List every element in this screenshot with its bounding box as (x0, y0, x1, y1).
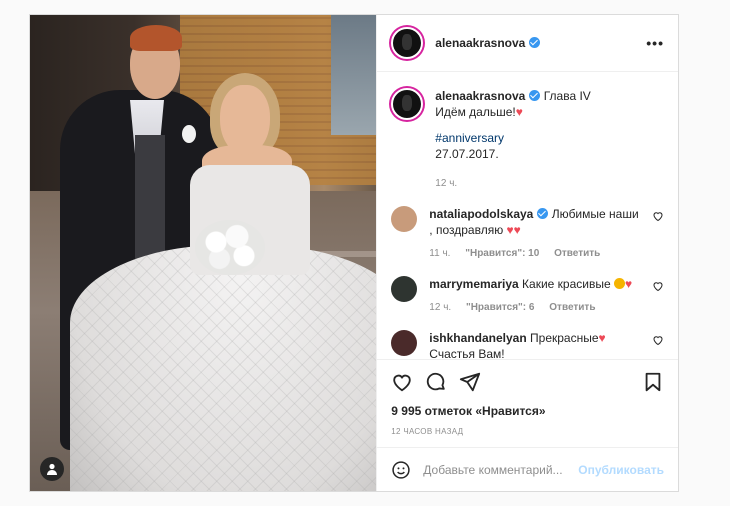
comment-likes[interactable]: "Нравится": 6 (466, 302, 535, 313)
commenter-avatar[interactable] (391, 206, 418, 232)
comment-age: 12 ч. (429, 302, 452, 313)
author-username[interactable]: alenaakrasnova (435, 36, 541, 50)
hashtag-link[interactable]: #anniversary (435, 131, 504, 145)
comment-text-line2: Счастья Вам! (429, 347, 505, 359)
post-side-panel: alenaakrasnova ••• alenaakrasnova Глава … (376, 15, 678, 491)
caption-avatar[interactable] (391, 88, 424, 120)
comment-input[interactable] (423, 462, 579, 477)
caption-line2: Идём дальше! (435, 105, 516, 119)
comment-likes[interactable]: "Нравится": 10 (465, 248, 539, 259)
post-actions: 9 995 отметок «Нравится» 12 ЧАСОВ НАЗАД (377, 359, 678, 436)
post-photo[interactable] (30, 15, 377, 491)
reply-button[interactable]: Ответить (554, 248, 600, 259)
comment-item: ishkhandanelyan Прекрасные♥ Счастья Вам! (391, 330, 664, 359)
boutonniere (182, 125, 196, 143)
commenter-avatar[interactable] (391, 330, 418, 356)
commenter-avatar[interactable] (391, 276, 418, 302)
likes-count[interactable]: 9 995 отметок «Нравится» (391, 404, 664, 418)
caption-age: 12 ч. (435, 178, 458, 189)
comment-text: Прекрасные (530, 331, 599, 345)
caption-date: 27.07.2017. (435, 147, 499, 161)
heart-emoji-icon: ♥ (515, 105, 523, 119)
verified-badge-icon (529, 90, 541, 101)
commenter-username[interactable]: nataliapodolskaya (429, 207, 533, 221)
background-window (331, 15, 377, 135)
comment-item: nataliapodolskaya Любимые наши , поздрав… (391, 206, 664, 262)
heart-emoji-icon: ♥♥ (506, 223, 521, 237)
emoji-picker-icon[interactable] (391, 460, 411, 480)
instagram-post: alenaakrasnova ••• alenaakrasnova Глава … (29, 14, 679, 492)
comment-age: 11 ч. (429, 248, 451, 259)
caption-username[interactable]: alenaakrasnova (435, 89, 525, 103)
comments-list[interactable]: alenaakrasnova Глава IV Идём дальше!♥ #a… (377, 72, 678, 359)
commenter-username[interactable]: marrymemariya (429, 277, 518, 291)
bride-head (220, 85, 270, 155)
verified-badge-icon (529, 37, 541, 48)
heart-emoji-icon: ♥ (598, 331, 606, 345)
save-bookmark-icon[interactable] (642, 371, 664, 393)
post-timestamp[interactable]: 12 ЧАСОВ НАЗАД (391, 427, 664, 436)
comment-bubble-icon[interactable] (425, 371, 447, 393)
caption: alenaakrasnova Глава IV Идём дальше!♥ #a… (391, 88, 664, 192)
like-comment-icon[interactable] (652, 280, 664, 292)
bridal-bouquet (195, 220, 265, 275)
wedding-dress-skirt (70, 245, 377, 491)
like-comment-icon[interactable] (652, 210, 664, 222)
reply-button[interactable]: Ответить (549, 302, 595, 313)
groom-hair (130, 25, 182, 51)
share-send-icon[interactable] (459, 371, 481, 393)
publish-button[interactable]: Опубликовать (578, 463, 664, 477)
comment-item: marrymemariya Какие красивые ♥ 12 ч. "Нр… (391, 276, 664, 316)
like-comment-icon[interactable] (652, 334, 664, 346)
commenter-username[interactable]: ishkhandanelyan (429, 331, 526, 345)
post-header: alenaakrasnova ••• (377, 15, 678, 72)
verified-badge-icon (537, 208, 549, 219)
heart-emoji-icon: ♥ (625, 277, 633, 291)
more-options-icon[interactable]: ••• (646, 35, 664, 51)
add-comment-bar: Опубликовать (377, 447, 678, 491)
tagged-users-icon[interactable] (40, 457, 64, 481)
like-heart-icon[interactable] (391, 371, 413, 393)
smiling-face-emoji-icon (614, 278, 625, 289)
caption-line1: Глава IV (543, 89, 591, 103)
author-avatar[interactable] (391, 27, 424, 59)
comment-text: Какие красивые (522, 277, 611, 291)
